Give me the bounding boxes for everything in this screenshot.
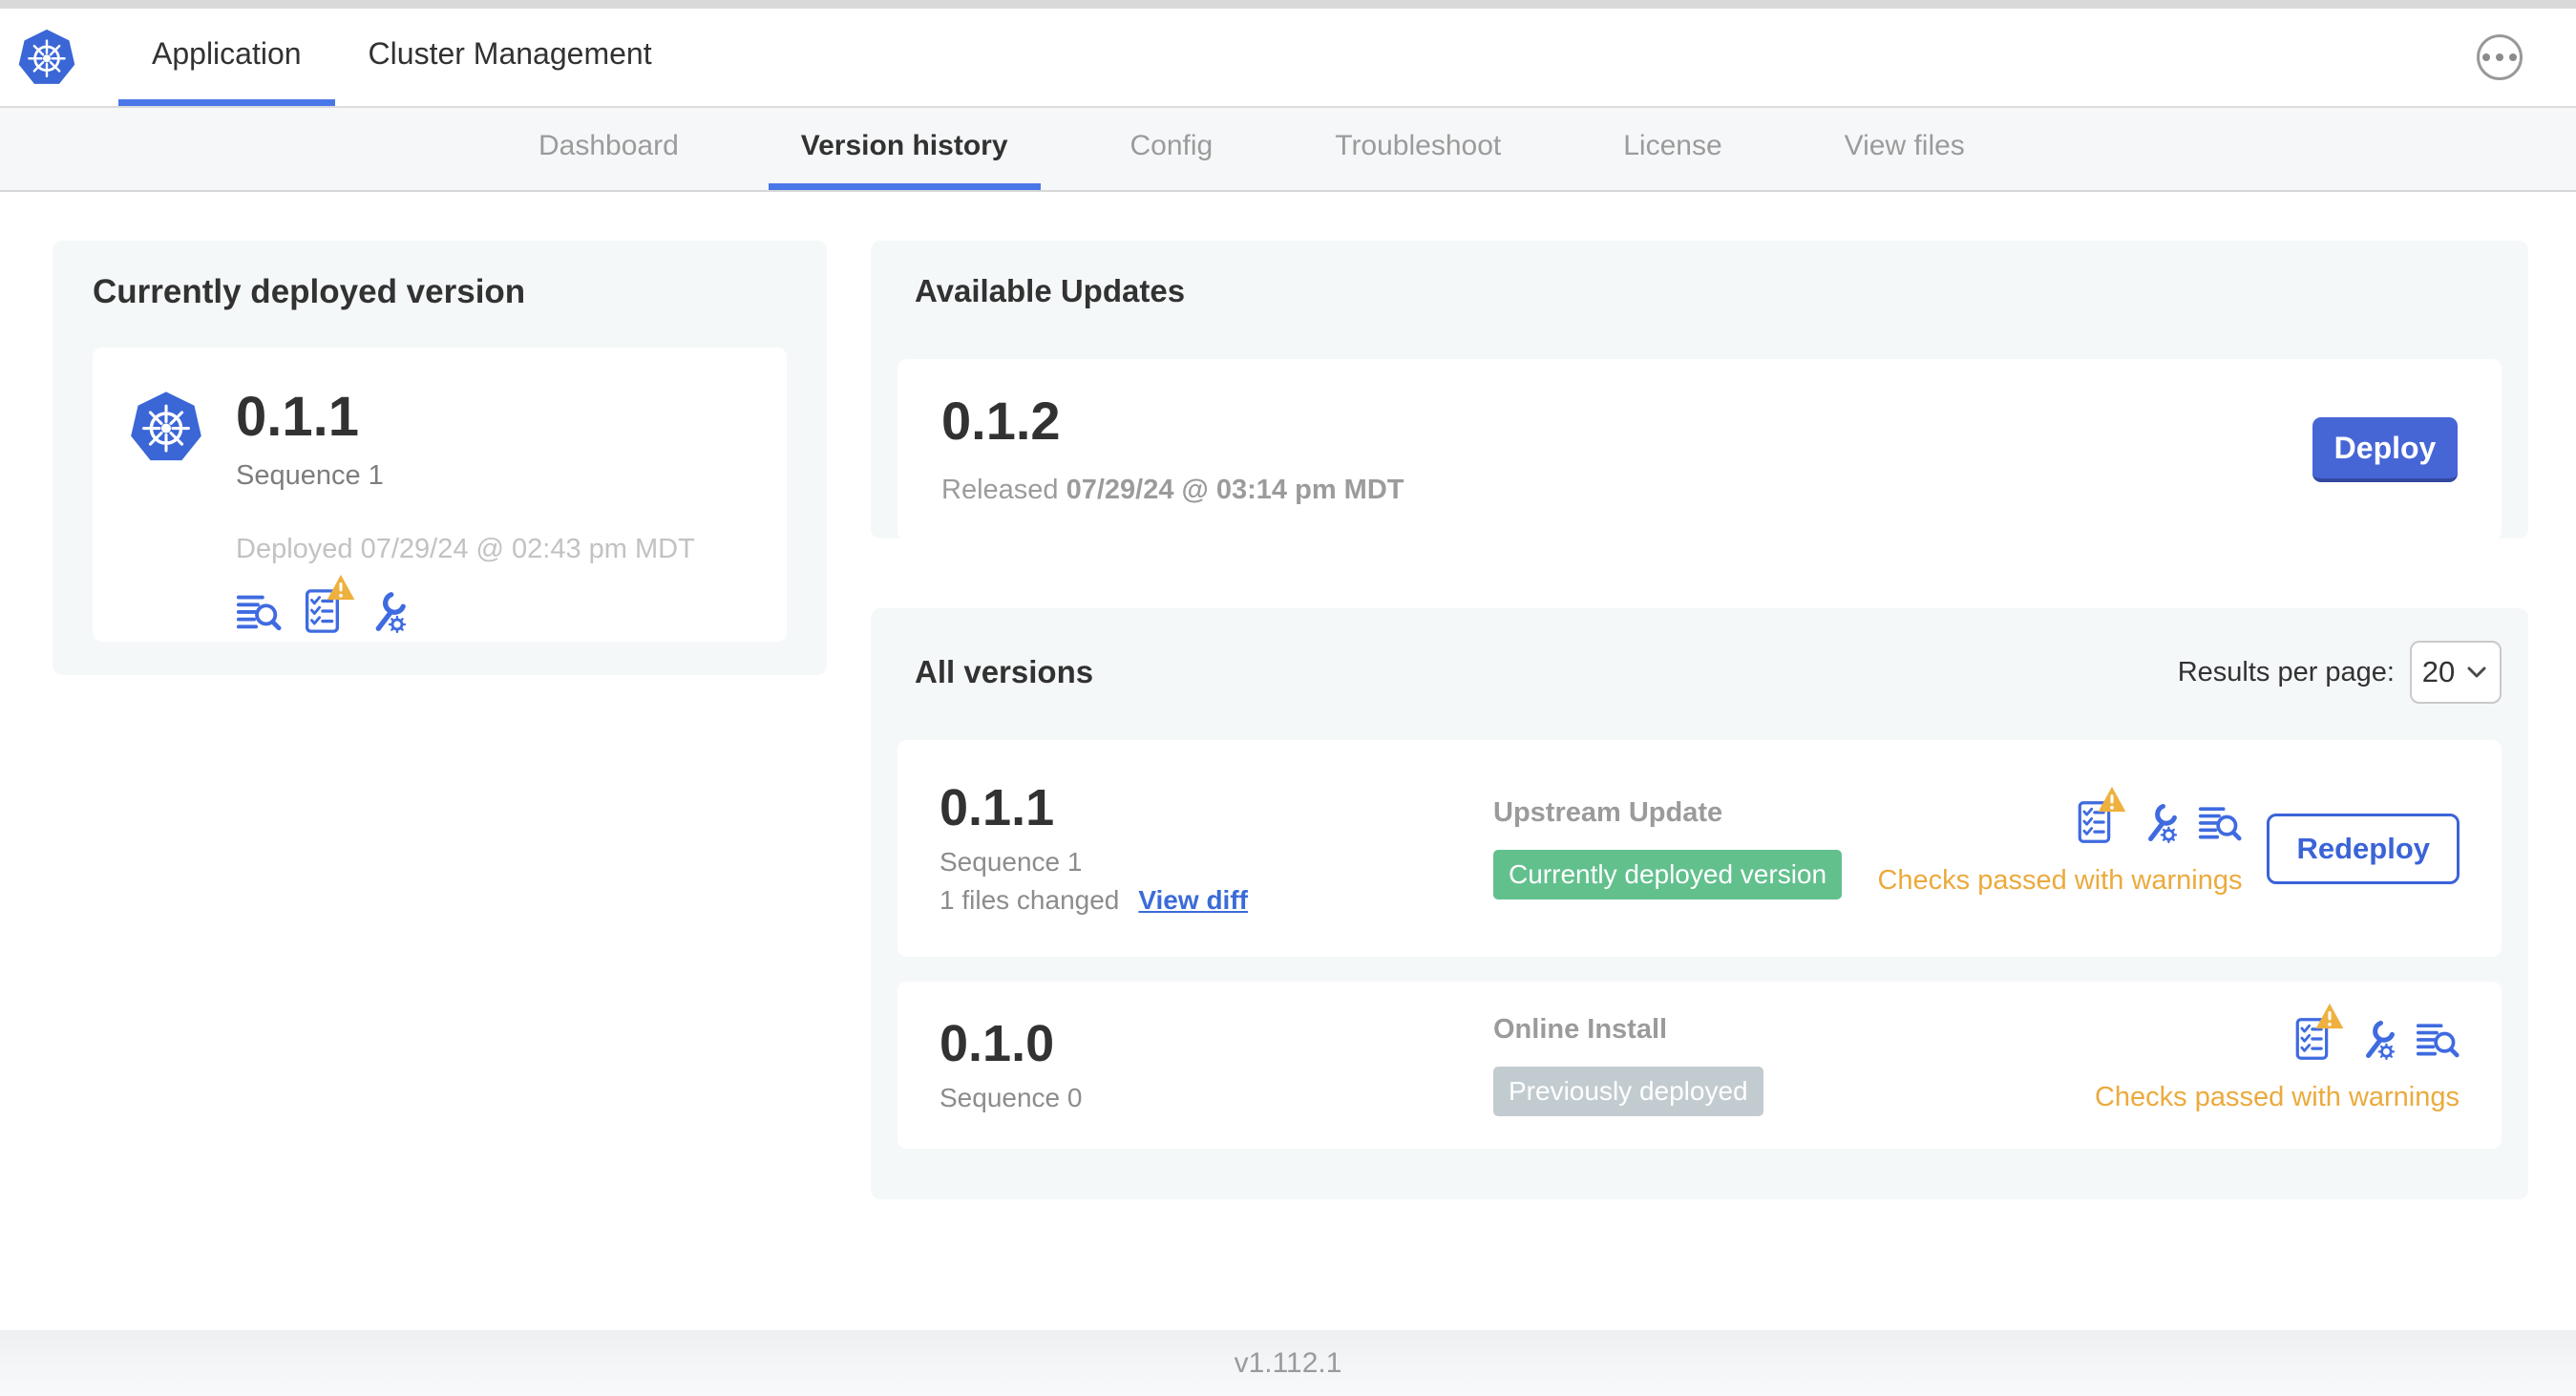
status-badge: Currently deployed version xyxy=(1493,850,1843,899)
released-date: 07/29/24 @ 03:14 pm MDT xyxy=(1066,474,1404,505)
deployed-version-actions xyxy=(236,574,695,634)
all-versions-title: All versions xyxy=(915,654,1094,689)
preflight-checks-icon[interactable] xyxy=(2072,786,2126,844)
results-per-page-select[interactable]: 20 xyxy=(2410,641,2502,704)
edit-config-icon[interactable] xyxy=(362,588,408,634)
results-per-page-label: Results per page: xyxy=(2177,656,2395,687)
results-per-page: Results per page: 20 xyxy=(2178,641,2502,704)
row-files-changed: 1 files changed View diff xyxy=(940,885,1493,916)
app-logo xyxy=(17,9,76,106)
checks-column: Checks passed with warnings xyxy=(1877,786,2243,897)
warning-triangle-icon xyxy=(2315,1003,2344,1029)
version-row-0-1-1: 0.1.1 Sequence 1 1 files changed View di… xyxy=(897,740,2502,957)
version-source: Online Install Previously deployed xyxy=(1493,1014,2095,1116)
tab-config-label: Config xyxy=(1130,129,1214,161)
tab-view-files[interactable]: View files xyxy=(1812,108,1997,190)
available-updates-card: Available Updates 0.1.2 Released 07/29/2… xyxy=(871,241,2528,540)
results-per-page-value: 20 xyxy=(2421,655,2456,688)
all-versions-header: All versions Results per page: 20 xyxy=(897,641,2502,704)
tab-cluster-management[interactable]: Cluster Management xyxy=(335,9,686,106)
available-updates-title: Available Updates xyxy=(915,273,1186,308)
preflight-checks-icon[interactable] xyxy=(2290,1003,2344,1061)
tab-dashboard-label: Dashboard xyxy=(538,129,679,161)
available-update-row: 0.1.2 Released 07/29/24 @ 03:14 pm MDT D… xyxy=(897,359,2502,540)
source-label: Upstream Update xyxy=(1493,797,1723,828)
checks-status: Checks passed with warnings xyxy=(2094,1082,2460,1112)
tab-dashboard[interactable]: Dashboard xyxy=(506,108,711,190)
edit-config-icon[interactable] xyxy=(2353,1017,2397,1061)
tab-application-label: Application xyxy=(152,36,302,71)
app-subnav: Dashboard Version history Config Trouble… xyxy=(0,108,2576,192)
header: Application Cluster Management xyxy=(0,9,2576,108)
ellipsis-icon xyxy=(2482,53,2490,61)
version-row-0-1-0: 0.1.0 Sequence 0 Online Install Previous… xyxy=(897,982,2502,1149)
checks-column: Checks passed with warnings xyxy=(2094,1003,2460,1113)
release-notes-icon[interactable] xyxy=(2198,800,2242,844)
ellipsis-icon xyxy=(2496,53,2503,61)
warning-triangle-icon xyxy=(2099,786,2126,813)
window-top-edge xyxy=(0,0,2576,9)
tab-application[interactable]: Application xyxy=(118,9,335,106)
tab-config[interactable]: Config xyxy=(1098,108,1246,190)
version-source: Upstream Update Currently deployed versi… xyxy=(1493,797,1877,899)
version-info: 0.1.1 Sequence 1 1 files changed View di… xyxy=(940,782,1493,916)
row-sequence: Sequence 0 xyxy=(940,1082,1083,1112)
status-badge: Previously deployed xyxy=(1493,1067,1763,1116)
tab-cluster-management-label: Cluster Management xyxy=(368,36,652,71)
version-actions: Checks passed with warnings xyxy=(2094,1003,2460,1113)
row-version-number: 0.1.0 xyxy=(940,1014,1055,1072)
chevron-down-icon xyxy=(2467,666,2486,678)
action-icons xyxy=(2290,1003,2460,1061)
app-icon xyxy=(129,390,203,600)
tab-troubleshoot[interactable]: Troubleshoot xyxy=(1302,108,1533,190)
kubernetes-logo-icon xyxy=(17,28,76,86)
update-released-line: Released 07/29/24 @ 03:14 pm MDT xyxy=(941,475,1404,506)
tab-license-label: License xyxy=(1623,129,1722,161)
currently-deployed-title: Currently deployed version xyxy=(93,273,526,310)
console-version: v1.112.1 xyxy=(1234,1346,1342,1379)
version-actions: Checks passed with warnings Redeploy xyxy=(1877,786,2460,897)
update-version-number: 0.1.2 xyxy=(941,390,1061,451)
deployed-version-number: 0.1.1 xyxy=(236,386,359,448)
tab-view-files-label: View files xyxy=(1844,129,1965,161)
action-icons xyxy=(2072,786,2242,844)
deployed-sequence: Sequence 1 xyxy=(236,460,384,491)
release-notes-icon[interactable] xyxy=(236,588,282,634)
row-sequence: Sequence 1 xyxy=(940,846,1083,877)
header-tabs: Application Cluster Management xyxy=(118,9,686,106)
deploy-button[interactable]: Deploy xyxy=(2312,417,2458,482)
tab-version-history[interactable]: Version history xyxy=(768,108,1041,190)
all-versions-card: All versions Results per page: 20 0.1.1 … xyxy=(871,608,2528,1199)
footer: v1.112.1 xyxy=(0,1330,2576,1396)
currently-deployed-version-panel: 0.1.1 Sequence 1 Deployed 07/29/24 @ 02:… xyxy=(93,348,787,642)
files-changed-label: 1 files changed xyxy=(940,884,1120,915)
currently-deployed-card: Currently deployed version 0.1.1 Sequenc… xyxy=(53,241,827,675)
warning-triangle-icon xyxy=(327,574,355,601)
tab-license[interactable]: License xyxy=(1591,108,1754,190)
released-prefix: Released xyxy=(941,474,1059,505)
deployed-timestamp: Deployed 07/29/24 @ 02:43 pm MDT xyxy=(236,534,695,564)
row-version-number: 0.1.1 xyxy=(940,778,1055,836)
version-rows: 0.1.1 Sequence 1 1 files changed View di… xyxy=(897,740,2502,1149)
tab-version-history-label: Version history xyxy=(800,129,1008,161)
edit-config-icon[interactable] xyxy=(2135,800,2179,844)
app-shell: Application Cluster Management Dashboard… xyxy=(0,9,2576,1396)
checks-status: Checks passed with warnings xyxy=(1877,865,2243,896)
version-info: 0.1.0 Sequence 0 xyxy=(940,1018,1493,1113)
preflight-checks-icon[interactable] xyxy=(299,574,355,634)
source-label: Online Install xyxy=(1493,1014,1668,1045)
ellipsis-icon xyxy=(2509,53,2517,61)
view-diff-link[interactable]: View diff xyxy=(1138,885,1248,916)
release-notes-icon[interactable] xyxy=(2416,1017,2460,1061)
more-options-button[interactable] xyxy=(2477,34,2523,80)
kubernetes-logo-icon xyxy=(129,390,203,462)
tab-troubleshoot-label: Troubleshoot xyxy=(1335,129,1502,161)
redeploy-button[interactable]: Redeploy xyxy=(2267,813,2460,884)
